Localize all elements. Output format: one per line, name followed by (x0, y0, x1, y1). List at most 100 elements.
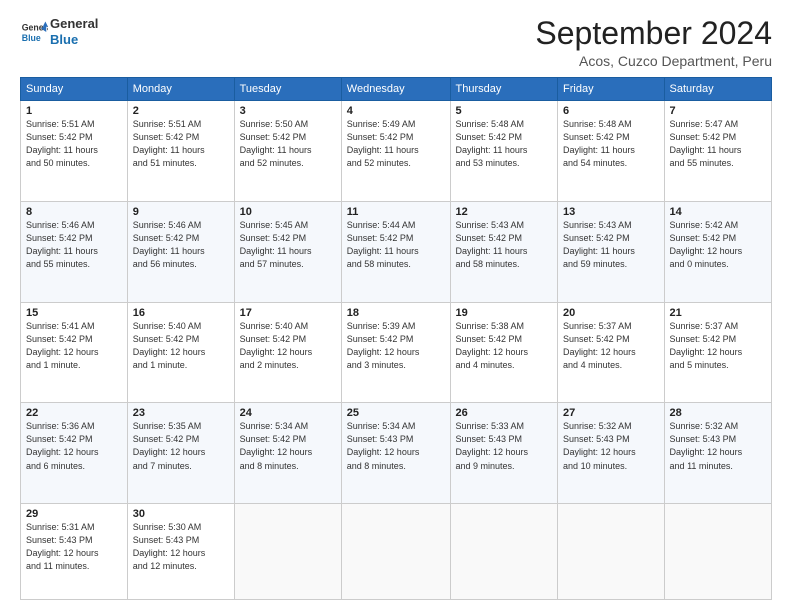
day-info: Sunrise: 5:50 AM Sunset: 5:42 PM Dayligh… (240, 118, 336, 170)
day-number: 6 (563, 105, 659, 117)
calendar-week-2: 8Sunrise: 5:46 AM Sunset: 5:42 PM Daylig… (21, 201, 772, 302)
day-number: 24 (240, 407, 336, 419)
calendar-week-5: 29Sunrise: 5:31 AM Sunset: 5:43 PM Dayli… (21, 504, 772, 600)
calendar-cell (234, 504, 341, 600)
calendar-cell (450, 504, 558, 600)
day-number: 3 (240, 105, 336, 117)
day-info: Sunrise: 5:42 AM Sunset: 5:42 PM Dayligh… (670, 219, 766, 271)
day-info: Sunrise: 5:32 AM Sunset: 5:43 PM Dayligh… (563, 420, 659, 472)
calendar-cell: 13Sunrise: 5:43 AM Sunset: 5:42 PM Dayli… (558, 201, 665, 302)
logo-general: General (50, 16, 98, 32)
calendar-cell (341, 504, 450, 600)
day-number: 14 (670, 206, 766, 218)
calendar-cell: 29Sunrise: 5:31 AM Sunset: 5:43 PM Dayli… (21, 504, 128, 600)
day-number: 25 (347, 407, 445, 419)
calendar-week-1: 1Sunrise: 5:51 AM Sunset: 5:42 PM Daylig… (21, 101, 772, 202)
day-info: Sunrise: 5:40 AM Sunset: 5:42 PM Dayligh… (240, 320, 336, 372)
day-info: Sunrise: 5:46 AM Sunset: 5:42 PM Dayligh… (26, 219, 122, 271)
day-number: 28 (670, 407, 766, 419)
day-number: 8 (26, 206, 122, 218)
day-info: Sunrise: 5:46 AM Sunset: 5:42 PM Dayligh… (133, 219, 229, 271)
day-number: 26 (456, 407, 553, 419)
day-info: Sunrise: 5:37 AM Sunset: 5:42 PM Dayligh… (563, 320, 659, 372)
day-number: 22 (26, 407, 122, 419)
calendar-cell: 30Sunrise: 5:30 AM Sunset: 5:43 PM Dayli… (127, 504, 234, 600)
calendar-cell: 26Sunrise: 5:33 AM Sunset: 5:43 PM Dayli… (450, 403, 558, 504)
day-info: Sunrise: 5:43 AM Sunset: 5:42 PM Dayligh… (563, 219, 659, 271)
day-info: Sunrise: 5:45 AM Sunset: 5:42 PM Dayligh… (240, 219, 336, 271)
day-info: Sunrise: 5:30 AM Sunset: 5:43 PM Dayligh… (133, 521, 229, 573)
day-header-sunday: Sunday (21, 78, 128, 101)
calendar-cell: 4Sunrise: 5:49 AM Sunset: 5:42 PM Daylig… (341, 101, 450, 202)
day-number: 7 (670, 105, 766, 117)
title-block: September 2024 Acos, Cuzco Department, P… (535, 16, 772, 69)
day-info: Sunrise: 5:49 AM Sunset: 5:42 PM Dayligh… (347, 118, 445, 170)
day-info: Sunrise: 5:47 AM Sunset: 5:42 PM Dayligh… (670, 118, 766, 170)
calendar-cell: 12Sunrise: 5:43 AM Sunset: 5:42 PM Dayli… (450, 201, 558, 302)
calendar-cell: 21Sunrise: 5:37 AM Sunset: 5:42 PM Dayli… (664, 302, 771, 403)
day-info: Sunrise: 5:34 AM Sunset: 5:42 PM Dayligh… (240, 420, 336, 472)
day-info: Sunrise: 5:37 AM Sunset: 5:42 PM Dayligh… (670, 320, 766, 372)
calendar-cell: 17Sunrise: 5:40 AM Sunset: 5:42 PM Dayli… (234, 302, 341, 403)
day-info: Sunrise: 5:51 AM Sunset: 5:42 PM Dayligh… (26, 118, 122, 170)
month-title: September 2024 (535, 16, 772, 51)
day-header-friday: Friday (558, 78, 665, 101)
calendar-cell: 19Sunrise: 5:38 AM Sunset: 5:42 PM Dayli… (450, 302, 558, 403)
day-number: 21 (670, 307, 766, 319)
calendar-cell: 18Sunrise: 5:39 AM Sunset: 5:42 PM Dayli… (341, 302, 450, 403)
calendar-cell: 14Sunrise: 5:42 AM Sunset: 5:42 PM Dayli… (664, 201, 771, 302)
logo-blue: Blue (50, 32, 98, 48)
day-info: Sunrise: 5:32 AM Sunset: 5:43 PM Dayligh… (670, 420, 766, 472)
calendar-cell: 20Sunrise: 5:37 AM Sunset: 5:42 PM Dayli… (558, 302, 665, 403)
calendar-cell: 16Sunrise: 5:40 AM Sunset: 5:42 PM Dayli… (127, 302, 234, 403)
day-info: Sunrise: 5:40 AM Sunset: 5:42 PM Dayligh… (133, 320, 229, 372)
calendar-cell: 28Sunrise: 5:32 AM Sunset: 5:43 PM Dayli… (664, 403, 771, 504)
day-info: Sunrise: 5:51 AM Sunset: 5:42 PM Dayligh… (133, 118, 229, 170)
day-number: 10 (240, 206, 336, 218)
calendar-cell: 24Sunrise: 5:34 AM Sunset: 5:42 PM Dayli… (234, 403, 341, 504)
day-info: Sunrise: 5:48 AM Sunset: 5:42 PM Dayligh… (456, 118, 553, 170)
calendar-cell: 11Sunrise: 5:44 AM Sunset: 5:42 PM Dayli… (341, 201, 450, 302)
day-header-tuesday: Tuesday (234, 78, 341, 101)
day-number: 11 (347, 206, 445, 218)
day-number: 27 (563, 407, 659, 419)
calendar-cell: 2Sunrise: 5:51 AM Sunset: 5:42 PM Daylig… (127, 101, 234, 202)
day-number: 18 (347, 307, 445, 319)
calendar-cell: 23Sunrise: 5:35 AM Sunset: 5:42 PM Dayli… (127, 403, 234, 504)
day-info: Sunrise: 5:44 AM Sunset: 5:42 PM Dayligh… (347, 219, 445, 271)
calendar-cell: 22Sunrise: 5:36 AM Sunset: 5:42 PM Dayli… (21, 403, 128, 504)
day-header-saturday: Saturday (664, 78, 771, 101)
day-number: 13 (563, 206, 659, 218)
location-subtitle: Acos, Cuzco Department, Peru (535, 53, 772, 69)
page: General Blue General Blue September 2024… (0, 0, 792, 612)
day-info: Sunrise: 5:39 AM Sunset: 5:42 PM Dayligh… (347, 320, 445, 372)
calendar-cell: 10Sunrise: 5:45 AM Sunset: 5:42 PM Dayli… (234, 201, 341, 302)
logo-icon: General Blue (20, 18, 48, 46)
day-info: Sunrise: 5:35 AM Sunset: 5:42 PM Dayligh… (133, 420, 229, 472)
calendar-table: SundayMondayTuesdayWednesdayThursdayFrid… (20, 77, 772, 600)
day-number: 1 (26, 105, 122, 117)
calendar-body: 1Sunrise: 5:51 AM Sunset: 5:42 PM Daylig… (21, 101, 772, 600)
day-number: 2 (133, 105, 229, 117)
day-number: 23 (133, 407, 229, 419)
day-info: Sunrise: 5:43 AM Sunset: 5:42 PM Dayligh… (456, 219, 553, 271)
calendar-cell: 25Sunrise: 5:34 AM Sunset: 5:43 PM Dayli… (341, 403, 450, 504)
calendar-cell: 15Sunrise: 5:41 AM Sunset: 5:42 PM Dayli… (21, 302, 128, 403)
day-header-thursday: Thursday (450, 78, 558, 101)
day-info: Sunrise: 5:38 AM Sunset: 5:42 PM Dayligh… (456, 320, 553, 372)
day-number: 19 (456, 307, 553, 319)
day-info: Sunrise: 5:48 AM Sunset: 5:42 PM Dayligh… (563, 118, 659, 170)
day-number: 12 (456, 206, 553, 218)
svg-text:Blue: Blue (22, 32, 41, 42)
day-header-monday: Monday (127, 78, 234, 101)
header: General Blue General Blue September 2024… (20, 16, 772, 69)
day-number: 29 (26, 508, 122, 520)
day-number: 9 (133, 206, 229, 218)
day-number: 5 (456, 105, 553, 117)
day-number: 30 (133, 508, 229, 520)
calendar-cell: 9Sunrise: 5:46 AM Sunset: 5:42 PM Daylig… (127, 201, 234, 302)
calendar-cell: 7Sunrise: 5:47 AM Sunset: 5:42 PM Daylig… (664, 101, 771, 202)
calendar-cell (558, 504, 665, 600)
calendar-cell: 1Sunrise: 5:51 AM Sunset: 5:42 PM Daylig… (21, 101, 128, 202)
day-number: 17 (240, 307, 336, 319)
